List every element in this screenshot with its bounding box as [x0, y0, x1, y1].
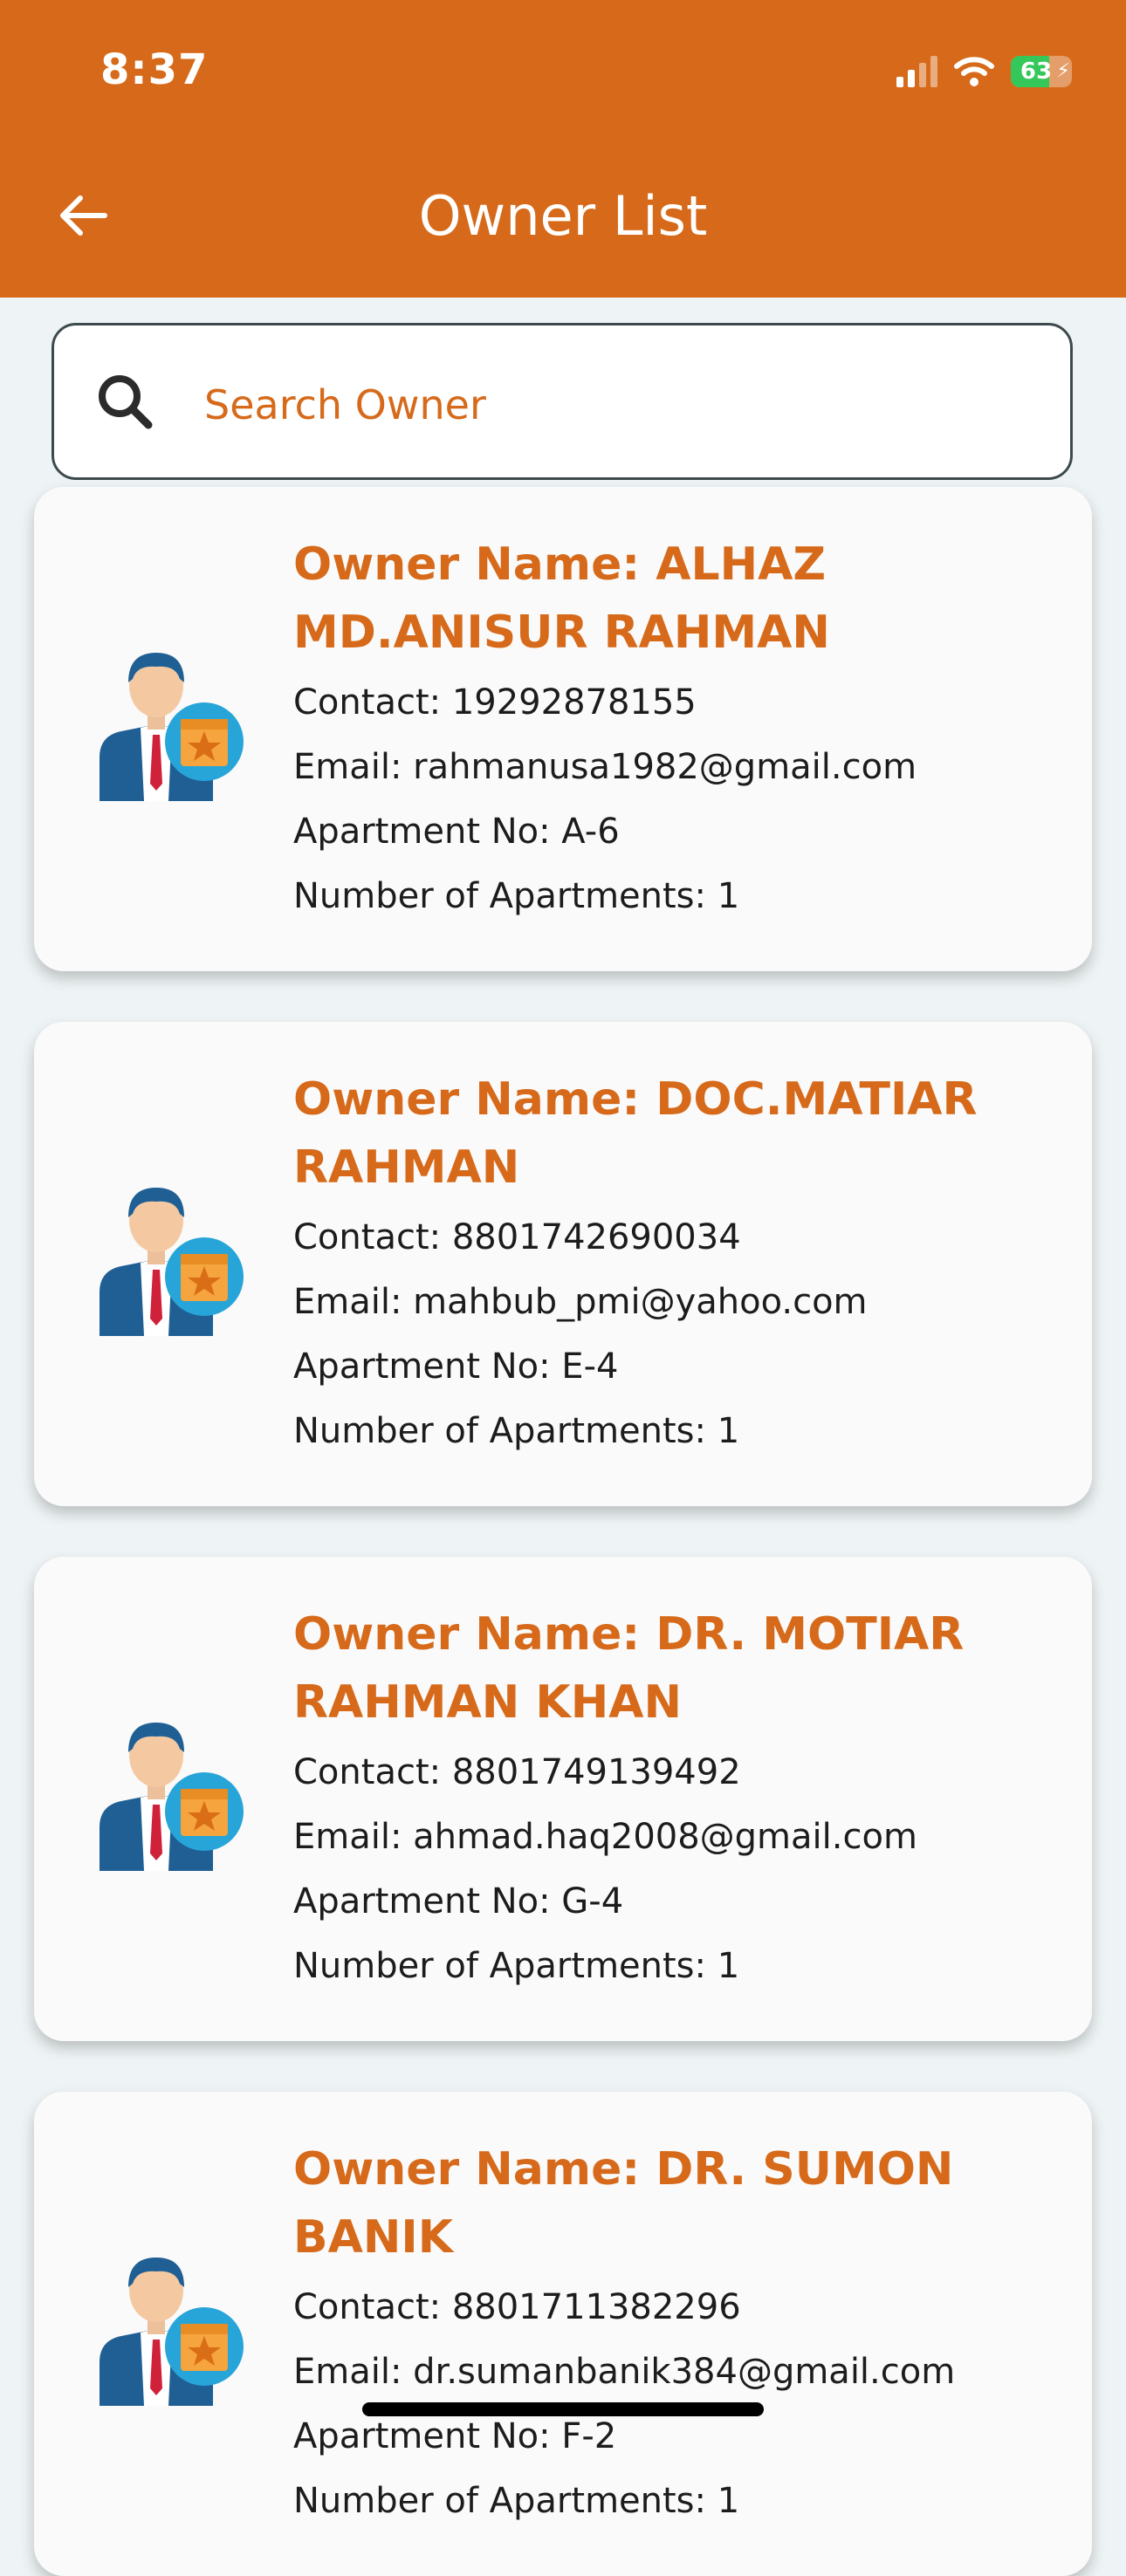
owner-apartment: Apartment No: A-6: [293, 812, 620, 852]
owner-details: Owner Name: ALHAZ MD.ANISUR RAHMAN Conta…: [293, 531, 1061, 928]
battery-icon: 63 ⚡: [1011, 56, 1072, 87]
owner-details: Owner Name: DR. MOTIAR RAHMAN KHAN Conta…: [293, 1600, 1061, 1998]
owner-avatar-icon: [100, 2257, 244, 2406]
search-icon: [99, 375, 153, 429]
owner-details: Owner Name: DR. SUMON BANIK Contact: 880…: [293, 2135, 1061, 2533]
page-title: Owner List: [418, 184, 708, 248]
owner-email: Email: mahbub_pmi@yahoo.com: [293, 1282, 868, 1322]
owner-details: Owner Name: DOC.MATIAR RAHMAN Contact: 8…: [293, 1065, 1061, 1463]
owner-name: Owner Name: DOC.MATIAR RAHMAN: [293, 1073, 978, 1194]
owner-apartment-count: Number of Apartments: 1: [293, 1946, 740, 1986]
search-input[interactable]: [203, 360, 1044, 449]
owner-apartment: Apartment No: G-4: [293, 1881, 624, 1922]
status-indicators: 63 ⚡: [896, 51, 1072, 92]
owner-email: Email: dr.sumanbanik384@gmail.com: [293, 2352, 956, 2392]
owner-card[interactable]: Owner Name: DOC.MATIAR RAHMAN Contact: 8…: [34, 1022, 1092, 1506]
owner-email: Email: rahmanusa1982@gmail.com: [293, 747, 917, 787]
owner-card[interactable]: Owner Name: DR. MOTIAR RAHMAN KHAN Conta…: [34, 1557, 1092, 2041]
owner-name: Owner Name: DR. MOTIAR RAHMAN KHAN: [293, 1608, 965, 1729]
search-box[interactable]: [51, 323, 1073, 480]
battery-level: 63: [1020, 58, 1053, 85]
owner-contact: Contact: 8801749139492: [293, 1752, 741, 1792]
owner-card[interactable]: Owner Name: DR. SUMON BANIK Contact: 880…: [34, 2092, 1092, 2576]
owner-contact: Contact: 19292878155: [293, 682, 697, 723]
owner-contact: Contact: 8801742690034: [293, 1217, 741, 1257]
owner-apartment-count: Number of Apartments: 1: [293, 876, 740, 916]
owner-card[interactable]: Owner Name: ALHAZ MD.ANISUR RAHMAN Conta…: [34, 487, 1092, 971]
app-bar: 8:37 63 ⚡ Owner List: [0, 0, 1126, 298]
owner-avatar-icon: [100, 1188, 244, 1336]
status-time: 8:37: [100, 45, 209, 94]
owner-apartment-count: Number of Apartments: 1: [293, 2481, 740, 2521]
owner-name: Owner Name: ALHAZ MD.ANISUR RAHMAN: [293, 538, 830, 659]
owner-avatar-icon: [100, 653, 244, 801]
charging-bolt-icon: ⚡: [1056, 60, 1070, 82]
owner-apartment: Apartment No: E-4: [293, 1346, 619, 1387]
wifi-icon: [954, 57, 994, 86]
owner-avatar-icon: [100, 1723, 244, 1871]
owner-contact: Contact: 8801711382296: [293, 2287, 741, 2327]
owner-apartment-count: Number of Apartments: 1: [293, 1411, 740, 1451]
cellular-signal-icon: [896, 56, 937, 87]
owner-name: Owner Name: DR. SUMON BANIK: [293, 2143, 954, 2264]
owner-email: Email: ahmad.haq2008@gmail.com: [293, 1817, 917, 1857]
home-indicator: [362, 2402, 764, 2416]
